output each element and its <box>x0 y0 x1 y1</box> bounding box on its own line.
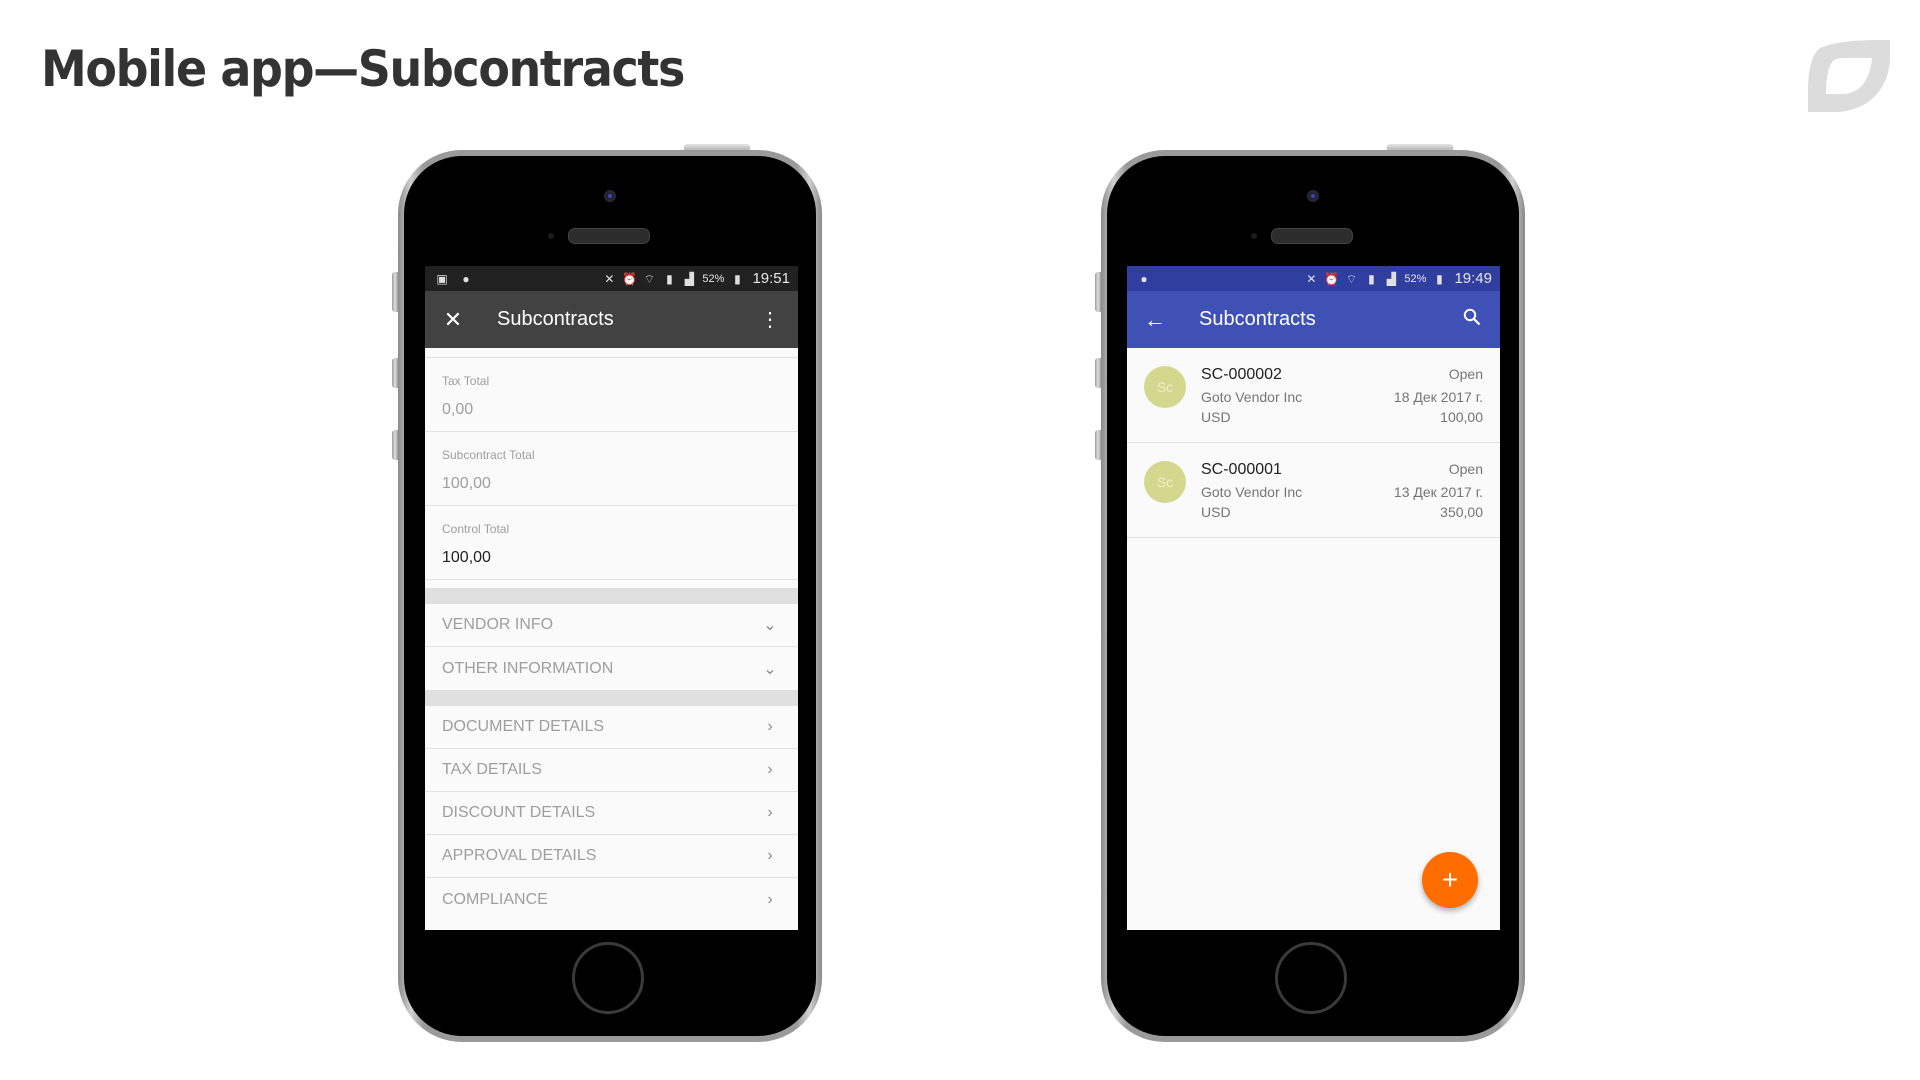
field-value: 100,00 <box>442 475 491 492</box>
currency: USD <box>1201 409 1231 425</box>
list-item[interactable]: Sc SC-000002 Goto Vendor Inc USD Open 18… <box>1127 348 1500 443</box>
brand-logo-icon <box>1808 40 1890 112</box>
currency: USD <box>1201 504 1231 520</box>
front-camera <box>1307 190 1319 202</box>
app-badge-icon: ● <box>462 271 470 286</box>
section-compliance[interactable]: COMPLIANCE › <box>425 878 798 921</box>
mute-icon: ✕ <box>1306 271 1317 286</box>
status-bar: ▣ ● ✕ ⏰ ⌔ ▮ ▟ 52% ▮ 19:51 <box>425 266 798 291</box>
clock: 19:49 <box>1454 270 1492 287</box>
section-label: TAX DETAILS <box>442 761 542 778</box>
field-label: Tax Total <box>442 374 490 388</box>
section-discount-details[interactable]: DISCOUNT DETAILS › <box>425 792 798 835</box>
date: 13 Дек 2017 г. <box>1393 484 1483 500</box>
mute-icon: ✕ <box>604 271 615 286</box>
back-arrow-icon[interactable]: ← <box>1143 307 1167 333</box>
home-button[interactable] <box>1275 942 1347 1014</box>
battery-icon: ▮ <box>734 271 741 286</box>
signal-icon: ▟ <box>1386 271 1397 286</box>
slide-title: Mobile app—Subcontracts <box>41 40 685 98</box>
alarm-icon: ⏰ <box>1324 271 1340 286</box>
status-badge: Open <box>1448 461 1483 477</box>
section-label: APPROVAL DETAILS <box>442 847 597 864</box>
avatar: Sc <box>1144 461 1186 503</box>
wifi-icon: ⌔ <box>643 271 656 286</box>
avatar: Sc <box>1144 366 1186 408</box>
clock: 19:51 <box>752 270 790 287</box>
app-bar-title: Subcontracts <box>1199 308 1316 330</box>
field-tax-total: Tax Total 0,00 <box>425 358 798 432</box>
section-label: OTHER INFORMATION <box>442 659 614 677</box>
chevron-right-icon: › <box>767 718 773 735</box>
section-divider <box>425 690 798 706</box>
vendor-name: Goto Vendor Inc <box>1201 389 1303 405</box>
field-value: 0,00 <box>442 401 474 418</box>
section-label: COMPLIANCE <box>442 890 548 908</box>
subcontract-id: SC-000001 <box>1201 461 1282 478</box>
sim-icon: ▮ <box>1368 271 1375 286</box>
amount: 350,00 <box>1440 504 1483 520</box>
right-phone-mockup: ● ✕ ⏰ ⌔ ▮ ▟ 52% ▮ 19:49 ← Subcontracts S… <box>1095 144 1525 1042</box>
alarm-icon: ⏰ <box>622 271 638 286</box>
control-total-input[interactable]: 100,00 <box>442 549 491 567</box>
list-item[interactable]: Sc SC-000001 Goto Vendor Inc USD Open 13… <box>1127 443 1500 538</box>
section-document-details[interactable]: DOCUMENT DETAILS › <box>425 706 798 749</box>
chevron-down-icon: ⌄ <box>763 660 777 678</box>
subcontract-list: Sc SC-000002 Goto Vendor Inc USD Open 18… <box>1127 348 1500 538</box>
chevron-right-icon: › <box>767 761 773 778</box>
section-other-information[interactable]: OTHER INFORMATION ⌄ <box>425 647 798 690</box>
chevron-down-icon: ⌄ <box>763 617 777 634</box>
section-label: VENDOR INFO <box>442 616 554 633</box>
amount: 100,00 <box>1440 409 1483 425</box>
proximity-sensor <box>1251 233 1257 239</box>
earpiece-speaker <box>1271 228 1353 244</box>
section-tax-details[interactable]: TAX DETAILS › <box>425 749 798 792</box>
signal-icon: ▟ <box>684 271 695 286</box>
field-control-total[interactable]: Control Total 100,00 <box>425 506 798 580</box>
add-icon: + <box>1441 864 1459 895</box>
left-phone-mockup: ▣ ● ✕ ⏰ ⌔ ▮ ▟ 52% ▮ 19:51 ✕ Subcontracts… <box>392 144 822 1042</box>
chevron-right-icon: › <box>767 804 773 821</box>
app-bar-title: Subcontracts <box>497 308 614 330</box>
nav-sections: DOCUMENT DETAILS › TAX DETAILS › DISCOUN… <box>425 706 798 921</box>
section-vendor-info[interactable]: VENDOR INFO ⌄ <box>425 604 798 647</box>
status-badge: Open <box>1448 366 1483 382</box>
battery-icon: ▮ <box>1436 271 1443 286</box>
chevron-right-icon: › <box>767 890 773 908</box>
app-bar: ← Subcontracts <box>1127 291 1500 348</box>
field-label: Control Total <box>442 522 510 536</box>
search-icon[interactable] <box>1460 308 1484 332</box>
status-bar: ● ✕ ⏰ ⌔ ▮ ▟ 52% ▮ 19:49 <box>1127 266 1500 291</box>
right-phone-screen: ● ✕ ⏰ ⌔ ▮ ▟ 52% ▮ 19:49 ← Subcontracts S… <box>1127 266 1500 930</box>
section-label: DISCOUNT DETAILS <box>442 804 596 821</box>
front-camera <box>604 190 616 202</box>
vendor-name: Goto Vendor Inc <box>1201 484 1303 500</box>
section-approval-details[interactable]: APPROVAL DETAILS › <box>425 835 798 878</box>
field-subcontract-total: Subcontract Total 100,00 <box>425 432 798 506</box>
app-bar: ✕ Subcontracts ⋮ <box>425 291 798 348</box>
gallery-icon: ▣ <box>436 271 448 286</box>
battery-percent: 52% <box>1404 272 1427 285</box>
home-button[interactable] <box>572 942 644 1014</box>
more-vert-icon[interactable]: ⋮ <box>758 307 782 332</box>
wifi-icon: ⌔ <box>1345 271 1358 286</box>
expandable-sections: VENDOR INFO ⌄ OTHER INFORMATION ⌄ <box>425 604 798 690</box>
sim-icon: ▮ <box>666 271 673 286</box>
section-label: DOCUMENT DETAILS <box>442 718 605 735</box>
subcontract-id: SC-000002 <box>1201 366 1282 383</box>
divider <box>425 348 798 358</box>
close-icon[interactable]: ✕ <box>441 307 465 333</box>
field-label: Subcontract Total <box>442 448 535 462</box>
app-badge-icon: ● <box>1140 271 1148 286</box>
left-phone-screen: ▣ ● ✕ ⏰ ⌔ ▮ ▟ 52% ▮ 19:51 ✕ Subcontracts… <box>425 266 798 930</box>
earpiece-speaker <box>568 228 650 244</box>
battery-percent: 52% <box>702 272 725 285</box>
chevron-right-icon: › <box>767 847 773 864</box>
date: 18 Дек 2017 г. <box>1393 389 1483 405</box>
proximity-sensor <box>548 233 554 239</box>
section-divider <box>425 588 798 604</box>
add-subcontract-button[interactable]: + <box>1422 852 1478 908</box>
